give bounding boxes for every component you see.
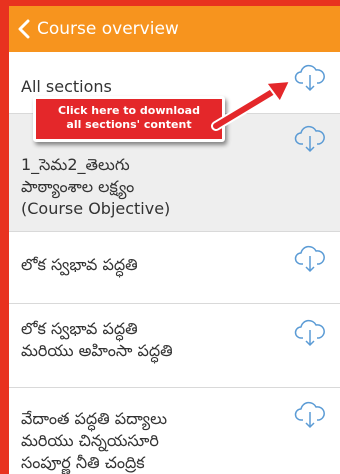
section-row[interactable]: లోక స్వభావ పద్ధతి xyxy=(9,232,340,304)
section-label-line: వేదాంత పద్ధతి పద్యాలు xyxy=(21,409,167,428)
app-header: Course overview xyxy=(9,6,340,52)
callout-text-line: Click here to download xyxy=(58,104,200,117)
section-row[interactable]: వేదాంత పద్ధతి పద్యాలు మరియు చిన్నయసూరి స… xyxy=(9,388,340,474)
cloud-download-icon[interactable] xyxy=(294,318,326,348)
back-button[interactable] xyxy=(11,6,37,52)
chevron-left-icon xyxy=(18,19,30,39)
section-label-line: పాఠ్యాంశాల లక్ష్యం xyxy=(21,177,135,196)
cloud-download-icon[interactable] xyxy=(294,400,326,430)
download-hint-callout: Click here to download all sections' con… xyxy=(33,96,225,142)
section-label-line: 1_సెమ2_తెలుగు xyxy=(21,155,130,174)
screenshot-frame-left xyxy=(0,0,9,474)
section-label-line: మరియు అహింసా పద్ధతి xyxy=(21,341,173,360)
section-label-line: లోక స్వభావ పద్ధతి xyxy=(21,255,138,274)
annotation-arrow-icon xyxy=(211,80,291,131)
cloud-download-icon[interactable] xyxy=(294,124,326,154)
section-label-line: సంపూర్ణ నీతి చంద్రిక xyxy=(21,453,145,472)
page-title: Course overview xyxy=(37,19,179,39)
section-row[interactable]: లోక స్వభావ పద్ధతి మరియు అహింసా పద్ధతి xyxy=(9,304,340,388)
section-label-line: (Course Objective) xyxy=(21,199,171,218)
section-label-line: మరియు చిన్నయసూరి xyxy=(21,431,159,450)
callout-text-line: all sections' content xyxy=(66,118,192,131)
cloud-download-icon[interactable] xyxy=(294,244,326,274)
section-label-line: లోక స్వభావ పద్ధతి xyxy=(21,319,138,338)
cloud-download-icon[interactable] xyxy=(294,63,326,93)
